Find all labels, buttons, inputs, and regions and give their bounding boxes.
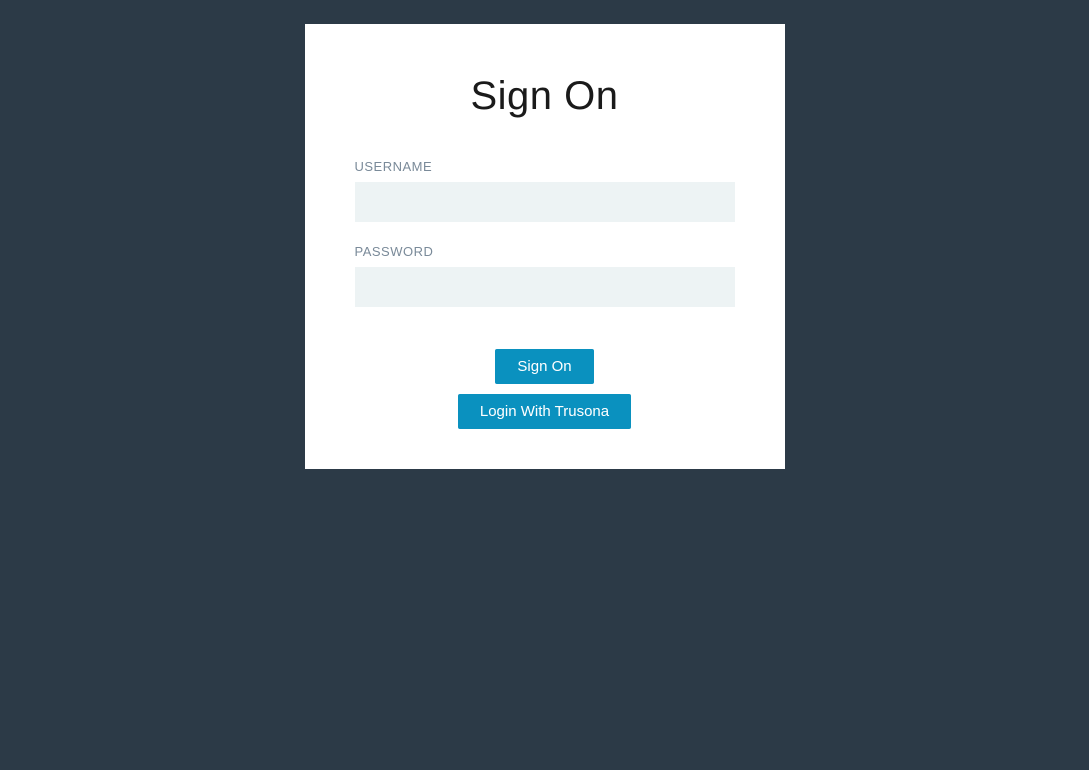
username-group: USERNAME	[355, 159, 735, 222]
username-label: USERNAME	[355, 159, 735, 174]
page-title: Sign On	[470, 74, 618, 119]
username-input[interactable]	[355, 182, 735, 222]
login-trusona-button[interactable]: Login With Trusona	[458, 394, 631, 429]
password-input[interactable]	[355, 267, 735, 307]
login-card: Sign On USERNAME PASSWORD Sign On Login …	[305, 24, 785, 469]
sign-on-button[interactable]: Sign On	[495, 349, 593, 384]
password-label: PASSWORD	[355, 244, 735, 259]
button-group: Sign On Login With Trusona	[458, 349, 631, 429]
password-group: PASSWORD	[355, 244, 735, 307]
